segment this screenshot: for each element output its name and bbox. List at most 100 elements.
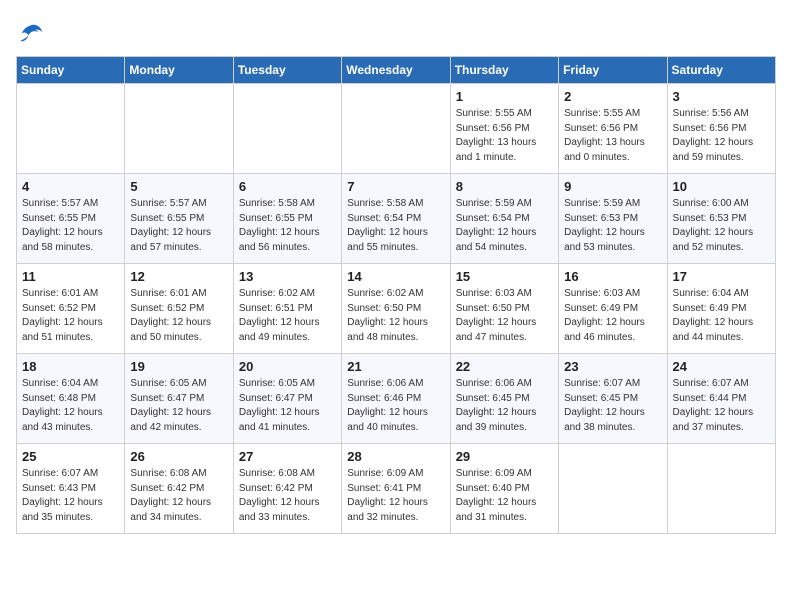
calendar-cell: 17 Sunrise: 6:04 AM Sunset: 6:49 PM Dayli… xyxy=(667,264,775,354)
calendar-cell: 5 Sunrise: 5:57 AM Sunset: 6:55 PM Daylig… xyxy=(125,174,233,264)
day-number: 22 xyxy=(456,359,553,374)
day-info: Sunrise: 6:06 AM Sunset: 6:46 PM Dayligh… xyxy=(347,377,444,435)
day-info: Sunrise: 6:07 AM Sunset: 6:45 PM Dayligh… xyxy=(564,377,661,435)
day-info: Sunrise: 6:09 AM Sunset: 6:40 PM Dayligh… xyxy=(456,467,553,525)
day-number: 6 xyxy=(239,179,336,194)
day-info: Sunrise: 6:01 AM Sunset: 6:52 PM Dayligh… xyxy=(130,287,227,345)
day-number: 28 xyxy=(347,449,444,464)
day-info: Sunrise: 6:08 AM Sunset: 6:42 PM Dayligh… xyxy=(239,467,336,525)
day-number: 23 xyxy=(564,359,661,374)
day-info: Sunrise: 6:04 AM Sunset: 6:48 PM Dayligh… xyxy=(22,377,119,435)
calendar-cell xyxy=(233,84,341,174)
calendar-week-row: 11 Sunrise: 6:01 AM Sunset: 6:52 PM Dayli… xyxy=(17,264,776,354)
calendar-header-tuesday: Tuesday xyxy=(233,57,341,84)
day-number: 24 xyxy=(673,359,770,374)
day-number: 4 xyxy=(22,179,119,194)
calendar-cell: 2 Sunrise: 5:55 AM Sunset: 6:56 PM Daylig… xyxy=(559,84,667,174)
logo xyxy=(16,20,48,48)
day-number: 18 xyxy=(22,359,119,374)
day-info: Sunrise: 6:07 AM Sunset: 6:43 PM Dayligh… xyxy=(22,467,119,525)
day-number: 10 xyxy=(673,179,770,194)
day-info: Sunrise: 6:03 AM Sunset: 6:49 PM Dayligh… xyxy=(564,287,661,345)
day-info: Sunrise: 6:08 AM Sunset: 6:42 PM Dayligh… xyxy=(130,467,227,525)
calendar-cell: 29 Sunrise: 6:09 AM Sunset: 6:40 PM Dayli… xyxy=(450,444,558,534)
calendar-cell: 6 Sunrise: 5:58 AM Sunset: 6:55 PM Daylig… xyxy=(233,174,341,264)
day-number: 14 xyxy=(347,269,444,284)
calendar-cell: 8 Sunrise: 5:59 AM Sunset: 6:54 PM Daylig… xyxy=(450,174,558,264)
calendar-cell xyxy=(667,444,775,534)
calendar-cell: 11 Sunrise: 6:01 AM Sunset: 6:52 PM Dayli… xyxy=(17,264,125,354)
calendar-week-row: 4 Sunrise: 5:57 AM Sunset: 6:55 PM Daylig… xyxy=(17,174,776,264)
calendar-cell: 16 Sunrise: 6:03 AM Sunset: 6:49 PM Dayli… xyxy=(559,264,667,354)
day-number: 17 xyxy=(673,269,770,284)
day-number: 8 xyxy=(456,179,553,194)
calendar-cell: 28 Sunrise: 6:09 AM Sunset: 6:41 PM Dayli… xyxy=(342,444,450,534)
calendar-header-monday: Monday xyxy=(125,57,233,84)
calendar-week-row: 18 Sunrise: 6:04 AM Sunset: 6:48 PM Dayli… xyxy=(17,354,776,444)
calendar-cell: 9Sunrise: 5:59 AM Sunset: 6:53 PM Daylig… xyxy=(559,174,667,264)
calendar-cell: 19 Sunrise: 6:05 AM Sunset: 6:47 PM Dayli… xyxy=(125,354,233,444)
calendar-week-row: 1 Sunrise: 5:55 AM Sunset: 6:56 PM Daylig… xyxy=(17,84,776,174)
day-number: 5 xyxy=(130,179,227,194)
calendar-cell: 26 Sunrise: 6:08 AM Sunset: 6:42 PM Dayli… xyxy=(125,444,233,534)
header xyxy=(16,16,776,48)
calendar-cell xyxy=(125,84,233,174)
day-info: Sunrise: 5:56 AM Sunset: 6:56 PM Dayligh… xyxy=(673,107,770,165)
calendar-cell: 27 Sunrise: 6:08 AM Sunset: 6:42 PM Dayli… xyxy=(233,444,341,534)
day-info: Sunrise: 5:57 AM Sunset: 6:55 PM Dayligh… xyxy=(130,197,227,255)
calendar-cell: 4 Sunrise: 5:57 AM Sunset: 6:55 PM Daylig… xyxy=(17,174,125,264)
calendar-cell: 12 Sunrise: 6:01 AM Sunset: 6:52 PM Dayli… xyxy=(125,264,233,354)
calendar-header-friday: Friday xyxy=(559,57,667,84)
day-info: Sunrise: 6:07 AM Sunset: 6:44 PM Dayligh… xyxy=(673,377,770,435)
calendar-week-row: 25Sunrise: 6:07 AM Sunset: 6:43 PM Dayli… xyxy=(17,444,776,534)
day-info: Sunrise: 6:02 AM Sunset: 6:51 PM Dayligh… xyxy=(239,287,336,345)
calendar-header-wednesday: Wednesday xyxy=(342,57,450,84)
day-info: Sunrise: 5:55 AM Sunset: 6:56 PM Dayligh… xyxy=(456,107,553,165)
calendar-cell xyxy=(17,84,125,174)
day-number: 21 xyxy=(347,359,444,374)
day-number: 29 xyxy=(456,449,553,464)
calendar-cell xyxy=(559,444,667,534)
day-info: Sunrise: 5:59 AM Sunset: 6:54 PM Dayligh… xyxy=(456,197,553,255)
logo-bird-icon xyxy=(16,20,44,48)
calendar-cell: 20 Sunrise: 6:05 AM Sunset: 6:47 PM Dayli… xyxy=(233,354,341,444)
day-number: 20 xyxy=(239,359,336,374)
day-info: Sunrise: 6:05 AM Sunset: 6:47 PM Dayligh… xyxy=(239,377,336,435)
day-info: Sunrise: 6:04 AM Sunset: 6:49 PM Dayligh… xyxy=(673,287,770,345)
calendar-cell xyxy=(342,84,450,174)
calendar-cell: 7 Sunrise: 5:58 AM Sunset: 6:54 PM Daylig… xyxy=(342,174,450,264)
day-number: 19 xyxy=(130,359,227,374)
day-info: Sunrise: 5:55 AM Sunset: 6:56 PM Dayligh… xyxy=(564,107,661,165)
calendar-cell: 10Sunrise: 6:00 AM Sunset: 6:53 PM Dayli… xyxy=(667,174,775,264)
day-number: 27 xyxy=(239,449,336,464)
calendar-cell: 21 Sunrise: 6:06 AM Sunset: 6:46 PM Dayli… xyxy=(342,354,450,444)
calendar-cell: 25Sunrise: 6:07 AM Sunset: 6:43 PM Dayli… xyxy=(17,444,125,534)
calendar-cell: 1 Sunrise: 5:55 AM Sunset: 6:56 PM Daylig… xyxy=(450,84,558,174)
day-number: 11 xyxy=(22,269,119,284)
day-info: Sunrise: 5:58 AM Sunset: 6:55 PM Dayligh… xyxy=(239,197,336,255)
day-number: 12 xyxy=(130,269,227,284)
calendar-cell: 24 Sunrise: 6:07 AM Sunset: 6:44 PM Dayli… xyxy=(667,354,775,444)
day-number: 15 xyxy=(456,269,553,284)
calendar-cell: 22Sunrise: 6:06 AM Sunset: 6:45 PM Dayli… xyxy=(450,354,558,444)
day-info: Sunrise: 6:09 AM Sunset: 6:41 PM Dayligh… xyxy=(347,467,444,525)
day-number: 1 xyxy=(456,89,553,104)
day-info: Sunrise: 5:57 AM Sunset: 6:55 PM Dayligh… xyxy=(22,197,119,255)
day-info: Sunrise: 6:03 AM Sunset: 6:50 PM Dayligh… xyxy=(456,287,553,345)
day-info: Sunrise: 6:01 AM Sunset: 6:52 PM Dayligh… xyxy=(22,287,119,345)
day-number: 16 xyxy=(564,269,661,284)
calendar-cell: 15 Sunrise: 6:03 AM Sunset: 6:50 PM Dayli… xyxy=(450,264,558,354)
day-info: Sunrise: 6:02 AM Sunset: 6:50 PM Dayligh… xyxy=(347,287,444,345)
calendar-table: SundayMondayTuesdayWednesdayThursdayFrid… xyxy=(16,56,776,534)
day-number: 7 xyxy=(347,179,444,194)
calendar-header-thursday: Thursday xyxy=(450,57,558,84)
day-number: 2 xyxy=(564,89,661,104)
calendar-header-sunday: Sunday xyxy=(17,57,125,84)
calendar-cell: 13 Sunrise: 6:02 AM Sunset: 6:51 PM Dayli… xyxy=(233,264,341,354)
calendar-header-row: SundayMondayTuesdayWednesdayThursdayFrid… xyxy=(17,57,776,84)
day-number: 13 xyxy=(239,269,336,284)
day-number: 26 xyxy=(130,449,227,464)
calendar-header-saturday: Saturday xyxy=(667,57,775,84)
day-info: Sunrise: 5:58 AM Sunset: 6:54 PM Dayligh… xyxy=(347,197,444,255)
day-info: Sunrise: 6:05 AM Sunset: 6:47 PM Dayligh… xyxy=(130,377,227,435)
